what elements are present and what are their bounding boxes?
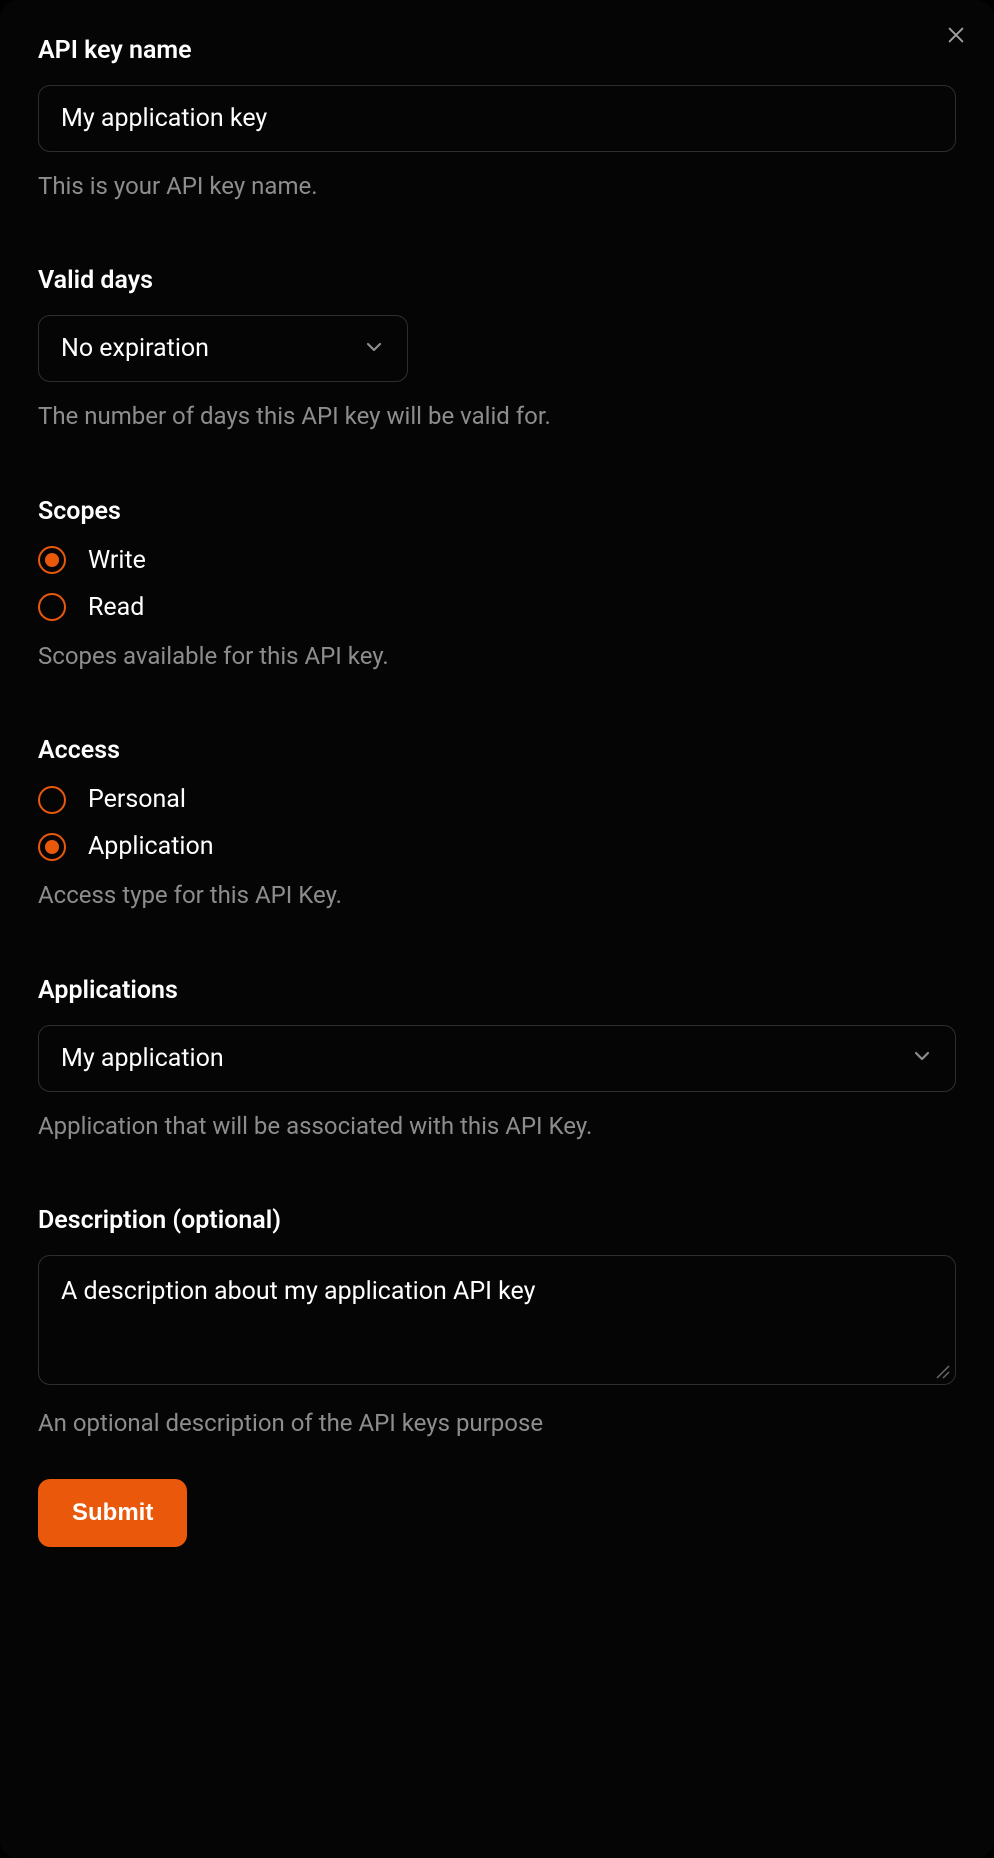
description-label: Description (optional)	[38, 1206, 956, 1235]
radio-icon	[38, 593, 66, 621]
valid-days-field: Valid days No expiration The number of d…	[38, 266, 956, 432]
applications-help: Application that will be associated with…	[38, 1110, 956, 1142]
scopes-radio-group: Write Read	[38, 546, 956, 622]
close-button[interactable]	[940, 20, 972, 52]
access-field: Access Personal Application Access type …	[38, 736, 956, 911]
description-field: Description (optional) An optional descr…	[38, 1206, 956, 1439]
access-application-label: Application	[88, 832, 214, 861]
scope-write-radio[interactable]: Write	[38, 546, 956, 575]
close-icon	[945, 24, 967, 49]
applications-value: My application	[61, 1044, 224, 1073]
submit-button[interactable]: Submit	[38, 1479, 187, 1547]
api-key-name-help: This is your API key name.	[38, 170, 956, 202]
valid-days-value: No expiration	[61, 334, 209, 363]
api-key-modal: API key name This is your API key name. …	[0, 0, 994, 1858]
api-key-name-input[interactable]	[38, 85, 956, 152]
description-textarea[interactable]	[38, 1255, 956, 1385]
applications-label: Applications	[38, 976, 956, 1005]
access-radio-group: Personal Application	[38, 785, 956, 861]
scopes-field: Scopes Write Read Scopes available for t…	[38, 497, 956, 672]
api-key-name-field: API key name This is your API key name.	[38, 36, 956, 202]
scopes-label: Scopes	[38, 497, 956, 526]
access-help: Access type for this API Key.	[38, 879, 956, 911]
scopes-help: Scopes available for this API key.	[38, 640, 956, 672]
access-personal-radio[interactable]: Personal	[38, 785, 956, 814]
radio-icon	[38, 546, 66, 574]
scope-write-label: Write	[88, 546, 146, 575]
radio-icon	[38, 833, 66, 861]
valid-days-label: Valid days	[38, 266, 956, 295]
scope-read-radio[interactable]: Read	[38, 593, 956, 622]
radio-icon	[38, 786, 66, 814]
applications-select[interactable]: My application	[38, 1025, 956, 1092]
description-help: An optional description of the API keys …	[38, 1407, 956, 1439]
scope-read-label: Read	[88, 593, 144, 622]
applications-field: Applications My application Application …	[38, 976, 956, 1142]
valid-days-select[interactable]: No expiration	[38, 315, 408, 382]
access-personal-label: Personal	[88, 785, 186, 814]
access-label: Access	[38, 736, 956, 765]
api-key-name-label: API key name	[38, 36, 956, 65]
valid-days-help: The number of days this API key will be …	[38, 400, 956, 432]
access-application-radio[interactable]: Application	[38, 832, 956, 861]
